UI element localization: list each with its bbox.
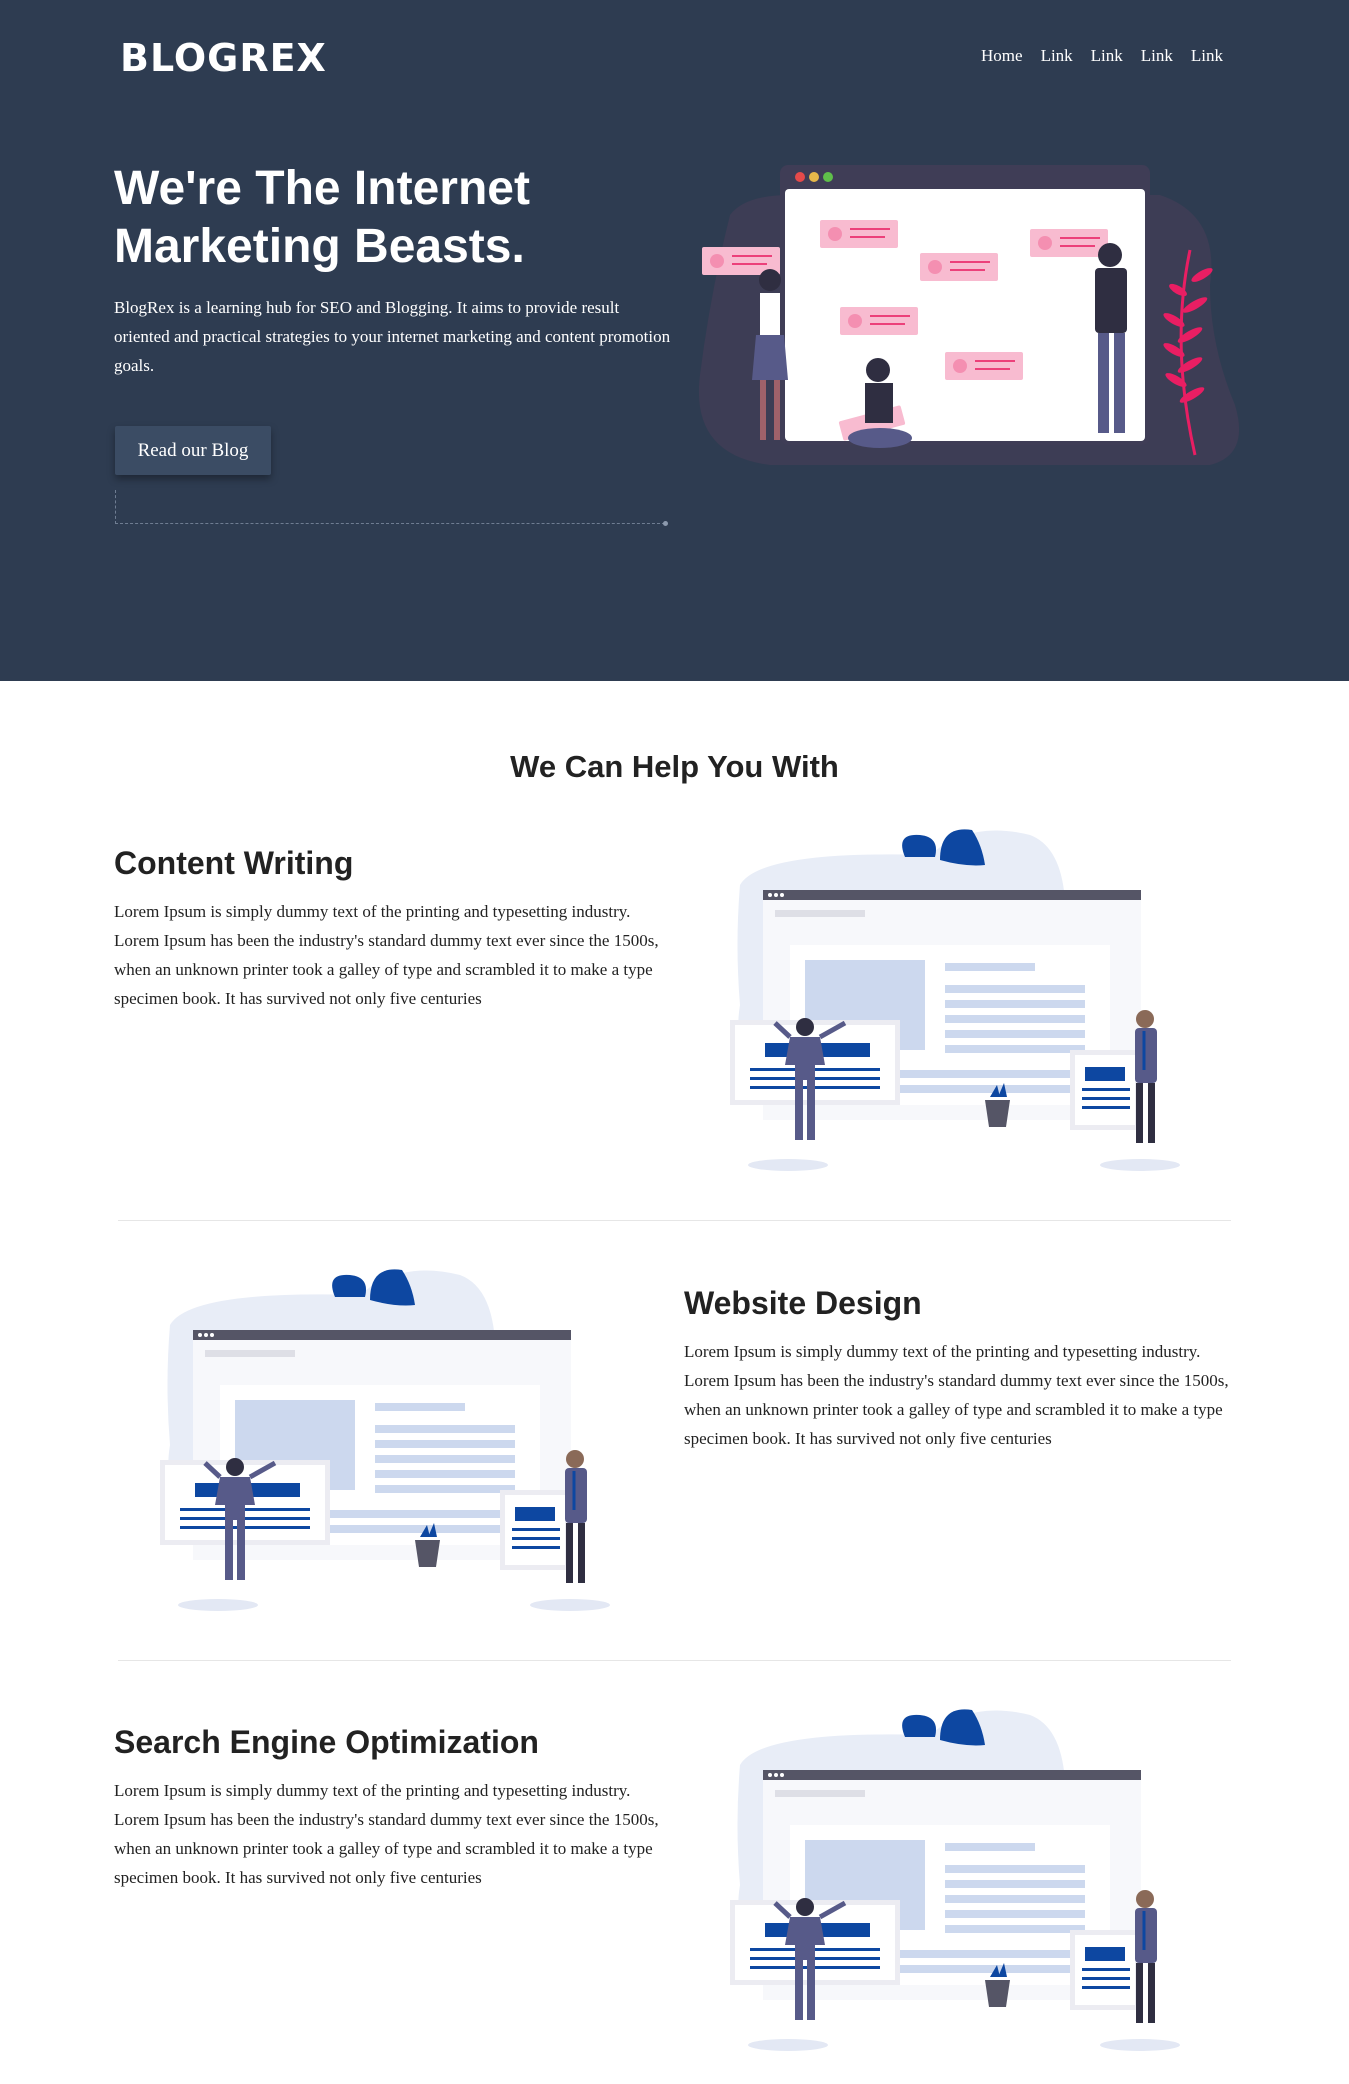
service-text-website-design: Lorem Ipsum is simply dummy text of the … [684,1342,1229,1448]
nav-link-1[interactable]: Link [1041,46,1073,66]
section-divider [118,1220,1231,1221]
main-nav: Home Link Link Link Link [981,46,1223,66]
website-design-illustration [150,1265,610,1620]
service-text-content-writing: Lorem Ipsum is simply dummy text of the … [114,902,659,1008]
hero-illustration [698,165,1240,465]
content-writing-illustration [720,825,1180,1180]
service-title-content-writing: Content Writing [114,845,354,881]
hero-description: BlogRex is a learning hub for SEO and Bl… [114,298,671,375]
hero-title: We're The Internet Marketing Beasts. [114,162,530,273]
nav-home-link[interactable]: Home [981,46,1023,66]
decorative-dotted-line [115,490,668,526]
hero-section: BLOGREX Home Link Link Link Link We're T… [0,0,1349,681]
logo-text-blog: BLOG [120,36,240,80]
read-blog-button[interactable]: Read our Blog [115,426,271,475]
services-heading: We Can Help You With [510,749,839,784]
service-text-seo: Lorem Ipsum is simply dummy text of the … [114,1781,659,1887]
logo-text-rex: REX [239,36,327,80]
nav-link-3[interactable]: Link [1141,46,1173,66]
nav-link-2[interactable]: Link [1091,46,1123,66]
service-title-seo: Search Engine Optimization [114,1724,539,1760]
site-logo[interactable]: BLOGREX [120,36,327,80]
seo-illustration [720,1705,1180,2060]
nav-link-4[interactable]: Link [1191,46,1223,66]
section-divider [118,1660,1231,1661]
service-title-website-design: Website Design [684,1285,922,1321]
